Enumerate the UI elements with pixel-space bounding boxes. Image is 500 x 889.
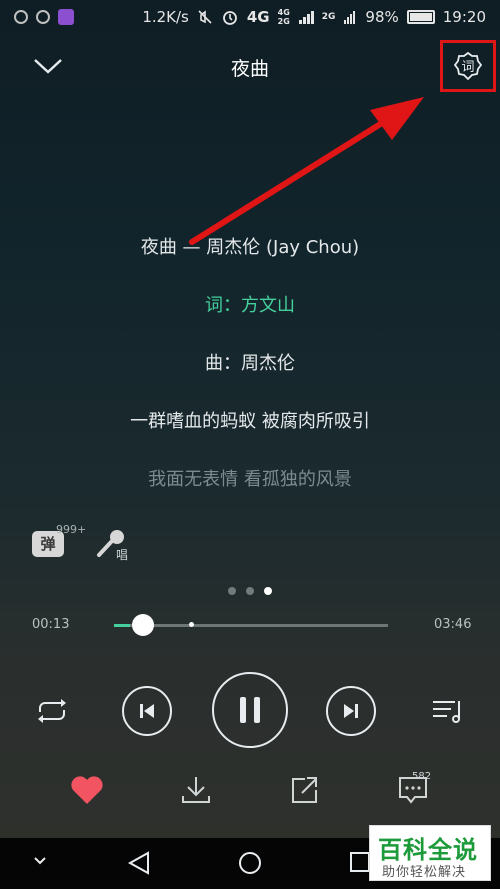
repeat-icon bbox=[38, 699, 66, 723]
page-dot[interactable] bbox=[228, 587, 236, 595]
playlist-button[interactable] bbox=[428, 694, 468, 728]
download-button[interactable] bbox=[176, 770, 216, 810]
current-time: 00:13 bbox=[32, 617, 70, 632]
share-button[interactable] bbox=[284, 770, 324, 810]
danmu-button[interactable]: 弹 999+ bbox=[32, 523, 87, 565]
total-time: 03:46 bbox=[434, 617, 472, 632]
share-icon bbox=[292, 777, 317, 803]
pause-icon bbox=[240, 697, 260, 723]
watermark-sub: 助你轻松解决 bbox=[382, 865, 467, 880]
page-dot-active[interactable] bbox=[264, 587, 272, 595]
progress-bar[interactable] bbox=[114, 614, 388, 636]
lyric-line-current: 词：方文山 bbox=[205, 295, 295, 316]
repeat-button[interactable] bbox=[32, 694, 72, 728]
back-triangle-icon bbox=[127, 851, 149, 875]
previous-button[interactable] bbox=[122, 686, 172, 736]
watermark-main: 百科全说 bbox=[378, 836, 478, 864]
heart-icon bbox=[71, 776, 103, 804]
comment-count: 582 bbox=[412, 771, 432, 782]
skip-previous-icon bbox=[140, 704, 154, 718]
page-indicator bbox=[0, 587, 500, 595]
progress-knob[interactable] bbox=[131, 614, 154, 636]
lyric-line: 曲：周杰伦 bbox=[205, 353, 295, 374]
next-button[interactable] bbox=[326, 686, 376, 736]
progress-buffered bbox=[188, 622, 194, 627]
chevron-down-icon bbox=[34, 857, 46, 865]
playlist-icon bbox=[433, 701, 460, 723]
lyric-line: 夜曲 — 周杰伦 (Jay Chou) bbox=[140, 237, 360, 258]
lyric-line: 我面无表情 看孤独的风景 bbox=[148, 469, 352, 490]
nav-hide-button[interactable] bbox=[30, 854, 50, 868]
lyrics-panel[interactable]: 夜曲 — 周杰伦 (Jay Chou) 词：方文山 曲：周杰伦 一群嗜血的蚂蚁 … bbox=[0, 230, 500, 520]
download-icon bbox=[182, 777, 210, 803]
progress-played bbox=[114, 624, 130, 627]
home-circle-icon bbox=[239, 852, 261, 874]
lyric-line: 一群嗜血的蚂蚁 被腐肉所吸引 bbox=[130, 411, 370, 432]
page-dot[interactable] bbox=[246, 587, 254, 595]
nav-home-button[interactable] bbox=[237, 850, 263, 876]
watermark: 百科全说 助你轻松解决 bbox=[369, 825, 491, 881]
danmu-count: 999+ bbox=[56, 523, 87, 536]
like-button[interactable] bbox=[67, 770, 107, 810]
skip-next-icon bbox=[344, 704, 358, 718]
sing-button[interactable]: 唱 bbox=[96, 528, 136, 564]
nav-back-button[interactable] bbox=[126, 850, 152, 876]
pause-button[interactable] bbox=[212, 672, 288, 748]
sing-label: 唱 bbox=[116, 548, 129, 562]
